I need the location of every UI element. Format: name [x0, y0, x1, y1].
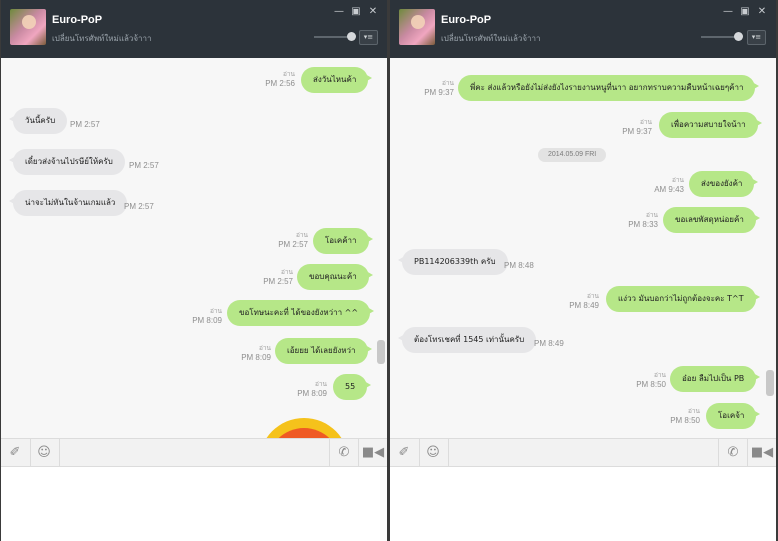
- message-area[interactable]: อ่าน PM 9:37 พี่คะ ส่งแล้วหรือยังไม่ส่งย…: [390, 58, 776, 438]
- message-bubble-sent[interactable]: 55: [333, 374, 372, 400]
- message-time: PM 8:48: [504, 261, 534, 270]
- message-bubble-received[interactable]: เดี๋ยวส่งจ้านไปรษีย์ให้ครับ: [9, 149, 125, 175]
- video-camera-icon[interactable]: ■◀: [359, 439, 387, 466]
- message-meta: อ่าน PM 8:33: [628, 212, 658, 229]
- scrollbar-thumb[interactable]: [377, 340, 385, 364]
- message-time: PM 2:57: [129, 161, 159, 170]
- divider: [59, 439, 60, 466]
- message-bubble-sent[interactable]: ขอเลขพัสดุหน่อยค้า: [663, 207, 760, 233]
- message-meta: อ่าน PM 2:56: [265, 71, 295, 88]
- phone-icon[interactable]: ✆: [719, 439, 747, 466]
- maximize-icon[interactable]: ▣: [350, 6, 362, 18]
- volume-slider-knob[interactable]: [734, 32, 743, 41]
- message-meta: อ่าน PM 8:50: [636, 372, 666, 389]
- message-meta: อ่าน PM 2:57: [263, 269, 293, 286]
- contact-name: Euro-PoP: [52, 14, 103, 26]
- smiley-icon[interactable]: ☺: [419, 439, 447, 466]
- message-bubble-sent[interactable]: ขอบคุณนะค้า: [297, 264, 373, 290]
- message-bubble-sent[interactable]: ส่งของยังค้า: [689, 171, 759, 197]
- message-bubble-sent[interactable]: พี่คะ ส่งแล้วหรือยังไม่ส่งยังไงรายงานหนู…: [458, 75, 760, 101]
- title-bar[interactable]: Euro-PoP เปลี่ยนโทรศัพท์ใหม่แล้วจ้าาา — …: [390, 0, 776, 58]
- sticker-image[interactable]: [259, 418, 349, 438]
- smiley-icon[interactable]: ☺: [30, 439, 58, 466]
- message-time: PM 8:49: [534, 339, 564, 348]
- chat-window-left: Euro-PoP เปลี่ยนโทรศัพท์ใหม่แล้วจ้าาา — …: [1, 0, 387, 541]
- maximize-icon[interactable]: ▣: [739, 6, 751, 18]
- message-bubble-sent[interactable]: แง่วว มันบอกว่าไม่ถูกต้องจะคะ T^T: [606, 286, 760, 312]
- message-bubble-sent[interactable]: โอเคจ้า: [706, 403, 761, 429]
- message-bubble-received[interactable]: PB114206339th ครับ: [398, 249, 508, 275]
- message-meta: อ่าน PM 9:37: [424, 80, 454, 97]
- message-bubble-sent[interactable]: ส่งวันไหนค้า: [301, 67, 373, 93]
- message-meta: อ่าน PM 8:09: [297, 381, 327, 398]
- message-meta: อ่าน PM 8:09: [241, 345, 271, 362]
- message-meta: อ่าน PM 8:09: [192, 308, 222, 325]
- volume-slider[interactable]: [314, 32, 356, 41]
- phone-icon[interactable]: ✆: [330, 439, 358, 466]
- video-camera-icon[interactable]: ■◀: [748, 439, 776, 466]
- contact-avatar[interactable]: [10, 9, 46, 45]
- message-time: PM 2:57: [70, 120, 100, 129]
- input-toolbar: ✐ ☺ ✆ ■◀: [1, 438, 387, 467]
- volume-slider[interactable]: [701, 32, 743, 41]
- close-icon[interactable]: ✕: [756, 6, 768, 18]
- message-bubble-sent[interactable]: ขอโทษนะคะที่ ได้ของยังหว่าา ^^: [227, 300, 375, 326]
- minimize-icon[interactable]: —: [333, 6, 345, 18]
- input-toolbar: ✐ ☺ ✆ ■◀: [390, 438, 776, 467]
- volume-slider-knob[interactable]: [347, 32, 356, 41]
- message-area[interactable]: อ่าน PM 2:56 ส่งวันไหนค้า วันนี้ครับ PM …: [1, 58, 387, 438]
- minimize-icon[interactable]: —: [722, 6, 734, 18]
- message-meta: อ่าน PM 9:37: [622, 119, 652, 136]
- message-meta: อ่าน AM 9:43: [654, 177, 684, 194]
- chat-window-right: Euro-PoP เปลี่ยนโทรศัพท์ใหม่แล้วจ้าาา — …: [390, 0, 776, 541]
- message-time: PM 2:57: [124, 202, 154, 211]
- message-bubble-sent[interactable]: โอเคค้าา: [313, 228, 373, 254]
- message-bubble-received[interactable]: วันนี้ครับ: [8, 108, 68, 134]
- message-bubble-received[interactable]: ต้องโทรเชคที่ 1545 เท่านั้นครับ: [397, 327, 537, 353]
- contact-avatar[interactable]: [399, 9, 435, 45]
- paperclip-icon[interactable]: ✐: [1, 439, 29, 466]
- message-meta: อ่าน PM 2:57: [278, 232, 308, 249]
- contact-name: Euro-PoP: [441, 14, 492, 26]
- scrollbar-thumb[interactable]: [766, 370, 774, 396]
- message-bubble-sent[interactable]: อ๋อย ลืมไปเป็น PB: [670, 366, 761, 392]
- divider: [448, 439, 449, 466]
- message-meta: อ่าน PM 8:50: [670, 408, 700, 425]
- message-input[interactable]: [390, 467, 776, 541]
- close-icon[interactable]: ✕: [367, 6, 379, 18]
- message-meta: อ่าน PM 8:49: [569, 293, 599, 310]
- message-bubble-sent[interactable]: เอ้ยยย ได้เลยยังหว่า: [275, 338, 372, 364]
- message-input[interactable]: [1, 467, 387, 541]
- paperclip-icon[interactable]: ✐: [390, 439, 418, 466]
- status-message: เปลี่ยนโทรศัพท์ใหม่แล้วจ้าาา: [441, 34, 541, 43]
- menu-button[interactable]: ▾≡: [747, 30, 766, 45]
- date-separator: 2014.05.09 FRI: [538, 148, 607, 162]
- status-message: เปลี่ยนโทรศัพท์ใหม่แล้วจ้าาา: [52, 34, 152, 43]
- title-bar[interactable]: Euro-PoP เปลี่ยนโทรศัพท์ใหม่แล้วจ้าาา — …: [1, 0, 387, 58]
- menu-button[interactable]: ▾≡: [359, 30, 378, 45]
- message-bubble-received[interactable]: น่าจะไม่ทันในจ้านเกมแล้ว: [8, 190, 128, 216]
- message-bubble-sent[interactable]: เพื่อความสบายใจน้าา: [659, 112, 762, 138]
